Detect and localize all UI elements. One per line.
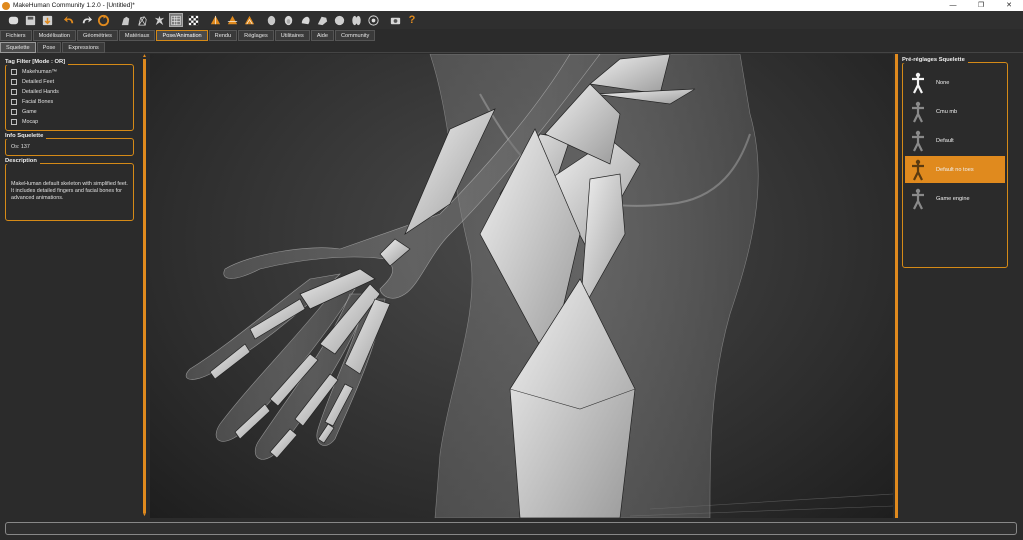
status-bar (0, 518, 1023, 540)
side-view-icon[interactable] (225, 13, 239, 27)
preset-game-engine[interactable]: Game engine (905, 185, 1005, 212)
skeleton-figure-icon (907, 128, 929, 153)
skeleton-render (185, 54, 893, 518)
help-icon[interactable]: ? (405, 13, 419, 27)
checkbox[interactable] (11, 79, 17, 85)
subtab-pose[interactable]: Pose (36, 42, 62, 53)
tag-filter-title: Tag Filter [Mode : OR] (5, 59, 69, 65)
tag-checkbox-makehuman[interactable]: Makehuman™ (6, 67, 133, 77)
info-squelette-group: Info Squelette Os: 137 (5, 133, 134, 156)
close-button[interactable]: ✕ (995, 0, 1023, 11)
tab-modelisation[interactable]: Modélisation (32, 30, 76, 41)
torso-icon[interactable] (332, 13, 346, 27)
globe-icon[interactable] (366, 13, 380, 27)
checkbox[interactable] (11, 99, 17, 105)
tab-utilitaires[interactable]: Utilitaires (274, 30, 310, 41)
new-file-icon[interactable] (6, 13, 20, 27)
description-group: Description MakeHuman default skeleton w… (5, 158, 134, 221)
preset-label: None (936, 79, 950, 86)
tab-fichiers[interactable]: Fichiers (0, 30, 32, 41)
collapse-arrow-icon[interactable]: ▲ (142, 54, 147, 59)
skeleton-figure-icon (907, 99, 929, 124)
tag-filter-group: Tag Filter [Mode : OR] Makehuman™ Detail… (5, 59, 134, 131)
window-title: MakeHuman Community 1.2.0 - [Untitled]* (13, 2, 135, 9)
preset-label: Default (936, 137, 954, 144)
bone-count: Os: 137 (11, 144, 30, 150)
subtab-squelette[interactable]: Squelette (0, 42, 36, 53)
back-view-icon[interactable] (242, 13, 256, 27)
main-tab-bar: Fichiers Modélisation Géométries Matéria… (0, 30, 1023, 41)
tab-rendu[interactable]: Rendu (208, 30, 238, 41)
tab-pose-animation[interactable]: Pose/Animation (156, 30, 208, 41)
redo-icon[interactable] (79, 13, 93, 27)
description-text: MakeHuman default skeleton with simplifi… (11, 181, 128, 201)
human-figure-icon (907, 70, 929, 95)
checkbox[interactable] (11, 119, 17, 125)
preset-cmu-mb[interactable]: Cmu mb (905, 98, 1005, 125)
app-logo-icon (2, 1, 10, 10)
info-squelette-title: Info Squelette (5, 133, 47, 139)
front-view-icon[interactable] (208, 13, 222, 27)
tab-reglages[interactable]: Réglages (238, 30, 274, 41)
skeleton-figure-icon (907, 186, 929, 211)
tab-materiaux[interactable]: Matériaux (118, 30, 156, 41)
main-toolbar: ? (0, 11, 1023, 29)
preset-label: Cmu mb (936, 108, 958, 115)
reset-icon[interactable] (96, 13, 110, 27)
right-panel: Pré-réglages Squelette None Cmu mb Defau… (900, 54, 1023, 518)
preset-default[interactable]: Default (905, 127, 1005, 154)
tag-checkbox-facial-bones[interactable]: Facial Bones (6, 97, 133, 107)
pose-icon[interactable] (152, 13, 166, 27)
skeleton-figure-icon (907, 157, 929, 182)
smooth-icon[interactable] (118, 13, 132, 27)
preset-label: Game engine (936, 195, 970, 202)
app-window: MakeHuman Community 1.2.0 - [Untitled]* … (0, 0, 1023, 540)
left-splitter[interactable]: ▲ ▼ (142, 54, 147, 518)
description-title: Description (5, 158, 40, 164)
tab-geometries[interactable]: Géométries (77, 30, 118, 41)
export-icon[interactable] (40, 13, 54, 27)
skeleton-presets-group: Pré-réglages Squelette None Cmu mb Defau… (902, 57, 1008, 268)
face-icon[interactable] (281, 13, 295, 27)
minimize-button[interactable]: — (939, 0, 967, 11)
tag-checkbox-detailed-hands[interactable]: Detailed Hands (6, 87, 133, 97)
left-panel: Tag Filter [Mode : OR] Makehuman™ Detail… (0, 54, 141, 518)
preset-default-no-toes[interactable]: Default no toes (905, 156, 1005, 183)
hand-icon[interactable] (298, 13, 312, 27)
save-icon[interactable] (23, 13, 37, 27)
presets-title: Pré-réglages Squelette (902, 57, 968, 63)
legs-icon[interactable] (349, 13, 363, 27)
checkbox[interactable] (11, 89, 17, 95)
foot-icon[interactable] (315, 13, 329, 27)
checkbox[interactable] (11, 69, 17, 75)
head-icon[interactable] (264, 13, 278, 27)
tag-checkbox-detailed-feet[interactable]: Detailed Feet (6, 77, 133, 87)
wireframe-icon[interactable] (135, 13, 149, 27)
tab-aide[interactable]: Aide (310, 30, 335, 41)
right-splitter[interactable] (894, 54, 899, 518)
checkbox[interactable] (11, 109, 17, 115)
grid-icon[interactable] (169, 13, 183, 27)
title-bar: MakeHuman Community 1.2.0 - [Untitled]* … (0, 0, 1023, 11)
preset-none[interactable]: None (905, 69, 1005, 96)
progress-bar (5, 522, 1017, 535)
tag-checkbox-game[interactable]: Game (6, 107, 133, 117)
maximize-button[interactable]: ❐ (967, 0, 995, 11)
subtab-expressions[interactable]: Expressions (62, 42, 105, 53)
sub-tab-bar: Squelette Pose Expressions (0, 42, 1023, 53)
undo-icon[interactable] (62, 13, 76, 27)
tag-checkbox-mocap[interactable]: Mocap (6, 117, 133, 127)
3d-viewport[interactable] (150, 54, 893, 518)
tab-community[interactable]: Community (335, 30, 376, 41)
screenshot-icon[interactable] (388, 13, 402, 27)
checker-icon[interactable] (186, 13, 200, 27)
preset-label: Default no toes (936, 166, 974, 173)
